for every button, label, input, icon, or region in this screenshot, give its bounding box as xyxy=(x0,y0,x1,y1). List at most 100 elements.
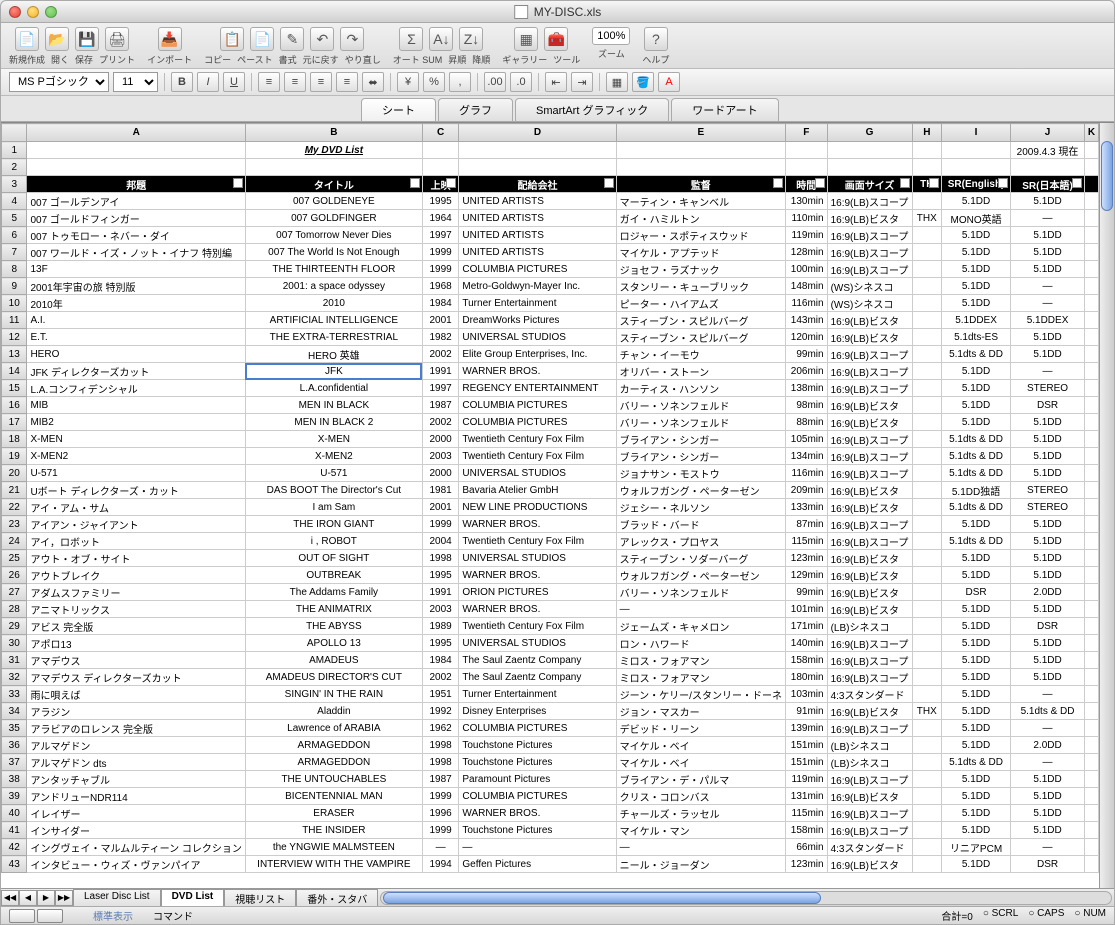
sort-icon[interactable] xyxy=(446,178,456,188)
cell[interactable]: 5.1DD xyxy=(942,686,1011,703)
cell[interactable]: (LB)シネスコ xyxy=(827,737,912,754)
cell[interactable]: Twentieth Century Fox Film xyxy=(459,448,616,465)
cell[interactable]: アポロ13 xyxy=(27,635,245,652)
cell[interactable]: 16:9(LB)スコープ xyxy=(827,431,912,448)
sheet-nav-prev[interactable]: ◀ xyxy=(19,890,37,906)
row-header[interactable]: 43 xyxy=(2,856,27,873)
row-header[interactable]: 28 xyxy=(2,601,27,618)
cell[interactable]: アルマゲドン dts xyxy=(27,754,245,771)
cell[interactable]: オリバー・ストーン xyxy=(616,363,785,380)
cell[interactable]: DSR xyxy=(942,584,1011,601)
cell[interactable]: アルマゲドン xyxy=(27,737,245,754)
row-header[interactable]: 9 xyxy=(2,278,27,295)
cell[interactable]: THE UNTOUCHABLES xyxy=(245,771,422,788)
row-header[interactable]: 42 xyxy=(2,839,27,856)
row-header[interactable]: 3 xyxy=(2,176,27,193)
cell[interactable]: 1951 xyxy=(422,686,459,703)
row-header[interactable]: 2 xyxy=(2,159,27,176)
cell[interactable]: Paramount Pictures xyxy=(459,771,616,788)
table-header[interactable]: 画面サイズ xyxy=(827,176,912,193)
cell[interactable]: ブライアン・デ・パルマ xyxy=(616,771,785,788)
cell[interactable]: スタンリー・キューブリック xyxy=(616,278,785,295)
cell[interactable]: アビス 完全版 xyxy=(27,618,245,635)
col-header-G[interactable]: G xyxy=(827,124,912,142)
cell[interactable]: 1994 xyxy=(422,856,459,873)
cell[interactable]: リニアPCM xyxy=(942,839,1011,856)
cell[interactable]: DAS BOOT The Director's Cut xyxy=(245,482,422,499)
cell[interactable]: 2000 xyxy=(422,431,459,448)
row-header[interactable]: 13 xyxy=(2,346,27,363)
cell[interactable]: アマデウス xyxy=(27,652,245,669)
cell[interactable]: X-MEN xyxy=(27,431,245,448)
cell[interactable]: 5.1DD xyxy=(942,771,1011,788)
cell[interactable]: 5.1DD xyxy=(942,822,1011,839)
cell[interactable]: 5.1dts & DD xyxy=(942,754,1011,771)
cell[interactable]: アレックス・プロヤス xyxy=(616,533,785,550)
cell[interactable]: AMADEUS xyxy=(245,652,422,669)
cell[interactable]: 134min xyxy=(785,448,827,465)
cell[interactable]: 2001 xyxy=(422,312,459,329)
cell[interactable]: 2002 xyxy=(422,414,459,431)
cell[interactable]: i , ROBOT xyxy=(245,533,422,550)
row-header[interactable]: 23 xyxy=(2,516,27,533)
cell[interactable]: イレイザー xyxy=(27,805,245,822)
cell[interactable]: 16:9(LB)スコープ xyxy=(827,346,912,363)
cell[interactable]: 115min xyxy=(785,805,827,822)
cell[interactable]: the YNGWIE MALMSTEEN xyxy=(245,839,422,856)
cell[interactable]: ジーン・ケリー/スタンリー・ドーネ xyxy=(616,686,785,703)
row-header[interactable]: 40 xyxy=(2,805,27,822)
cell[interactable]: 007 ワールド・イズ・ノット・イナフ 特別編 xyxy=(27,244,245,261)
table-header[interactable]: 邦題 xyxy=(27,176,245,193)
cell[interactable]: 4:3スタンダード xyxy=(827,839,912,856)
table-header[interactable]: SR(日本語) xyxy=(1011,176,1085,193)
row-header[interactable]: 11 xyxy=(2,312,27,329)
cell[interactable]: 5.1DD xyxy=(942,805,1011,822)
cell[interactable]: 16:9(LB)スコープ xyxy=(827,533,912,550)
cell[interactable]: 1997 xyxy=(422,227,459,244)
row-header[interactable]: 15 xyxy=(2,380,27,397)
cell[interactable]: 5.1DD xyxy=(942,788,1011,805)
cell[interactable]: THX xyxy=(912,703,942,720)
cell[interactable]: 2004 xyxy=(422,533,459,550)
cell[interactable]: 5.1DD xyxy=(1011,227,1085,244)
cell[interactable]: ― xyxy=(422,839,459,856)
cell[interactable]: HERO 英雄 xyxy=(245,346,422,363)
sort-icon[interactable] xyxy=(773,178,783,188)
cell[interactable]: 16:9(LB)スコープ xyxy=(827,635,912,652)
cell[interactable]: Lawrence of ARABIA xyxy=(245,720,422,737)
cell[interactable]: マイケル・ベイ xyxy=(616,737,785,754)
cell[interactable]: U-571 xyxy=(27,465,245,482)
cell[interactable]: ― xyxy=(459,839,616,856)
sort-icon[interactable] xyxy=(815,178,825,188)
cell[interactable]: ピーター・ハイアムズ xyxy=(616,295,785,312)
cell[interactable]: 1989 xyxy=(422,618,459,635)
sheet-nav-last[interactable]: ▶▶ xyxy=(55,890,73,906)
table-header[interactable]: 配給会社 xyxy=(459,176,616,193)
cell[interactable]: 16:9(LB)スコープ xyxy=(827,771,912,788)
ribbon-tab-0[interactable]: シート xyxy=(361,98,436,121)
cell[interactable]: The Saul Zaentz Company xyxy=(459,652,616,669)
cell[interactable]: 1962 xyxy=(422,720,459,737)
cell[interactable]: UNIVERSAL STUDIOS xyxy=(459,465,616,482)
cell[interactable]: 5.1DD xyxy=(1011,550,1085,567)
zoom-select[interactable]: 100% xyxy=(592,27,630,45)
row-header[interactable]: 6 xyxy=(2,227,27,244)
cell[interactable]: 66min xyxy=(785,839,827,856)
cell[interactable]: インサイダー xyxy=(27,822,245,839)
cell[interactable]: 123min xyxy=(785,550,827,567)
cell[interactable] xyxy=(912,771,942,788)
cell[interactable]: アラジン xyxy=(27,703,245,720)
autosum-button[interactable]: Σ xyxy=(399,27,423,51)
cell[interactable]: Touchstone Pictures xyxy=(459,737,616,754)
cell[interactable]: 5.1DD xyxy=(1011,244,1085,261)
cell[interactable]: 116min xyxy=(785,295,827,312)
row-header[interactable]: 14 xyxy=(2,363,27,380)
row-header[interactable]: 4 xyxy=(2,193,27,210)
cell[interactable]: ブライアン・シンガー xyxy=(616,431,785,448)
cell[interactable]: 151min xyxy=(785,737,827,754)
new-button[interactable]: 📄 xyxy=(15,27,39,51)
cell[interactable]: UNITED ARTISTS xyxy=(459,244,616,261)
cell[interactable]: REGENCY ENTERTAINMENT xyxy=(459,380,616,397)
cell[interactable]: UNIVERSAL STUDIOS xyxy=(459,550,616,567)
cell[interactable]: 雨に唄えば xyxy=(27,686,245,703)
